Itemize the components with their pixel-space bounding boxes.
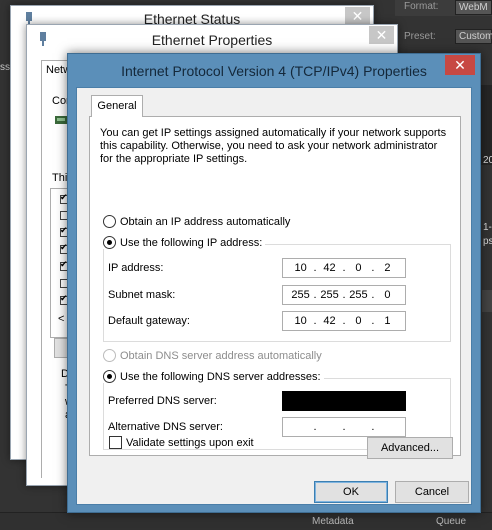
- ip-manual-radio[interactable]: [103, 236, 116, 249]
- close-icon: ✕: [351, 8, 364, 24]
- alt-dot: .: [313, 421, 317, 433]
- gw-octet-3: 0: [355, 315, 362, 327]
- dialog-body: General You can get IP settings assigned…: [76, 87, 472, 505]
- cancel-button[interactable]: Cancel: [395, 481, 469, 503]
- validate-option[interactable]: Validate settings upon exit: [109, 436, 254, 449]
- background-panel-block: [482, 290, 492, 312]
- scroll-left-arrow[interactable]: <: [58, 313, 64, 325]
- tab-general[interactable]: General: [91, 95, 143, 117]
- dns-auto-label: Obtain DNS server address automatically: [120, 349, 322, 362]
- gw-octet-4: 1: [384, 315, 391, 327]
- preset-label: Preset:: [404, 31, 436, 42]
- subnet-mask-label: Subnet mask:: [108, 289, 176, 301]
- bg-text-1: 1-: [483, 222, 492, 233]
- adapter-icon: [55, 116, 67, 124]
- gw-octet-1: 10: [294, 315, 307, 327]
- bg-text-ps: ps: [483, 236, 492, 247]
- general-panel: You can get IP settings assigned automat…: [89, 116, 461, 456]
- dns-auto-option: Obtain DNS server address automatically: [103, 349, 322, 362]
- close-icon: ✕: [454, 57, 466, 73]
- format-field[interactable]: WebM: [455, 0, 492, 15]
- format-label: Format:: [404, 1, 439, 12]
- mask-octet-1: 255: [291, 289, 310, 301]
- close-icon: ✕: [375, 27, 388, 43]
- ip-octet-2: 42: [323, 262, 336, 274]
- alternative-dns-field[interactable]: . . .: [282, 417, 406, 437]
- dns-manual-radio[interactable]: [103, 370, 116, 383]
- alt-dot: .: [371, 421, 375, 433]
- background-panel-strip: [480, 85, 492, 165]
- bg-text-20: 20: [483, 155, 492, 166]
- advanced-button[interactable]: Advanced...: [367, 437, 453, 459]
- alternative-dns-label: Alternative DNS server:: [108, 421, 223, 433]
- ip-octet-4: 2: [384, 262, 391, 274]
- dns-auto-radio: [103, 349, 116, 362]
- queue-tab[interactable]: Queue: [436, 516, 466, 527]
- dialog-close-button[interactable]: ✕: [445, 55, 475, 75]
- network-adapter-icon: [40, 32, 46, 46]
- preferred-dns-field[interactable]: [282, 391, 406, 411]
- validate-checkbox[interactable]: [109, 436, 122, 449]
- ok-button[interactable]: OK: [314, 481, 388, 503]
- preset-field[interactable]: Custom: [455, 29, 492, 44]
- ip-auto-radio[interactable]: [103, 215, 116, 228]
- subnet-mask-field[interactable]: 255. 255. 255. 0: [282, 285, 406, 305]
- ip-auto-label: Obtain an IP address automatically: [120, 215, 291, 228]
- ipv4-properties-dialog: Internet Protocol Version 4 (TCP/IPv4) P…: [67, 53, 481, 513]
- ethernet-properties-title: Ethernet Properties: [151, 32, 273, 48]
- ip-address-label: IP address:: [108, 262, 164, 274]
- bg-left-text: ss: [0, 62, 10, 73]
- ip-octet-3: 0: [355, 262, 362, 274]
- ip-octet-1: 10: [294, 262, 307, 274]
- ethernet-properties-close-button[interactable]: ✕: [369, 26, 394, 44]
- default-gateway-label: Default gateway:: [108, 315, 190, 327]
- metadata-tab[interactable]: Metadata: [312, 516, 354, 527]
- ip-manual-label: Use the following IP address:: [120, 236, 263, 249]
- mask-octet-3: 255: [349, 289, 368, 301]
- dns-manual-label: Use the following DNS server addresses:: [120, 370, 321, 383]
- validate-label: Validate settings upon exit: [126, 436, 254, 449]
- gw-octet-2: 42: [323, 315, 336, 327]
- mask-octet-2: 255: [320, 289, 339, 301]
- alt-dot: .: [342, 421, 346, 433]
- ethernet-status-close-button[interactable]: ✕: [345, 7, 370, 25]
- intro-text: You can get IP settings assigned automat…: [100, 127, 447, 165]
- default-gateway-field[interactable]: 10. 42. 0. 1: [282, 311, 406, 331]
- ip-manual-option[interactable]: Use the following IP address:: [103, 236, 266, 249]
- preferred-dns-label: Preferred DNS server:: [108, 395, 217, 407]
- dialog-title: Internet Protocol Version 4 (TCP/IPv4) P…: [121, 63, 427, 79]
- mask-octet-4: 0: [384, 289, 391, 301]
- dns-manual-option[interactable]: Use the following DNS server addresses:: [103, 370, 324, 383]
- ip-auto-option[interactable]: Obtain an IP address automatically: [103, 215, 290, 228]
- ip-address-field[interactable]: 10. 42. 0. 2: [282, 258, 406, 278]
- background-bottombar: [0, 512, 492, 530]
